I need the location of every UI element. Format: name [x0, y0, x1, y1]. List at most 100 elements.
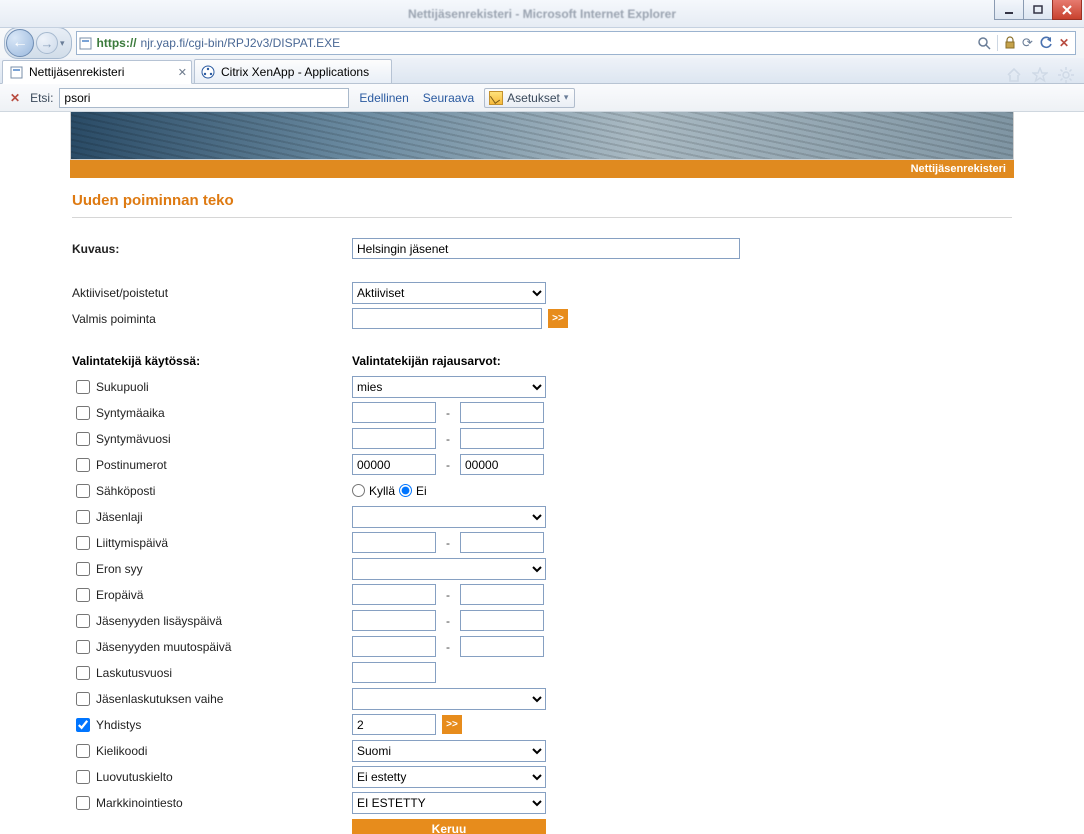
dash-separator: -: [442, 536, 454, 550]
criteria-checkbox-sahkoposti[interactable]: [76, 484, 90, 498]
criteria-header-left: Valintatekijä käytössä:: [72, 354, 352, 368]
kuvaus-label: Kuvaus:: [72, 242, 352, 256]
criteria-from-jasenyyden_lisayspaiva[interactable]: [352, 610, 436, 631]
star-icon[interactable]: [1032, 67, 1048, 83]
criteria-select-kielikoodi[interactable]: Suomi: [352, 740, 546, 762]
criteria-label-laskutusvuosi: Laskutusvuosi: [96, 666, 172, 680]
aktiiviset-select[interactable]: Aktiiviset: [352, 282, 546, 304]
tab-nettijasenrekisteri[interactable]: Nettijäsenrekisteri ✕: [2, 60, 192, 84]
criteria-label-sahkoposti: Sähköposti: [96, 484, 155, 498]
criteria-label-yhdistys: Yhdistys: [96, 718, 141, 732]
address-bar[interactable]: https:// ⟳ ✕: [76, 31, 1076, 55]
criteria-from-liittymispaiva[interactable]: [352, 532, 436, 553]
criteria-checkbox-syntymavuosi[interactable]: [76, 432, 90, 446]
page-icon: [9, 65, 23, 79]
criteria-to-postinumerot[interactable]: [460, 454, 544, 475]
criteria-label-luovutuskielto: Luovutuskielto: [96, 770, 173, 784]
chevron-down-icon[interactable]: ▾: [60, 38, 65, 49]
criteria-checkbox-sukupuoli[interactable]: [76, 380, 90, 394]
findbar-close-button[interactable]: ✕: [6, 91, 24, 105]
criteria-label-markkinointiesto: Markkinointiesto: [96, 796, 183, 810]
dash-separator: -: [442, 458, 454, 472]
criteria-select-markkinointiesto[interactable]: EI ESTETTY: [352, 792, 546, 814]
tab-strip: Nettijäsenrekisteri ✕ Citrix XenApp - Ap…: [0, 58, 1084, 84]
criteria-select-sukupuoli[interactable]: mies: [352, 376, 546, 398]
criteria-row-eronsyy: Eron syy: [72, 556, 1012, 581]
criteria-to-jasenyyden_lisayspaiva[interactable]: [460, 610, 544, 631]
criteria-radio-label-sahkoposti-opt1: Kyllä: [369, 484, 395, 498]
criteria-row-jasenyyden_muutospaiva: Jäsenyyden muutospäivä-: [72, 634, 1012, 659]
criteria-row-syntymavuosi: Syntymävuosi-: [72, 426, 1012, 451]
criteria-from-syntymaaika[interactable]: [352, 402, 436, 423]
criteria-input-laskutusvuosi[interactable]: [352, 662, 436, 683]
criteria-checkbox-jasenlaji[interactable]: [76, 510, 90, 524]
criteria-select-jasenlaskutuksen_vaihe[interactable]: [352, 688, 546, 710]
criteria-to-liittymispaiva[interactable]: [460, 532, 544, 553]
home-icon[interactable]: [1006, 67, 1022, 83]
arrow-left-icon: ←: [12, 34, 28, 52]
tab-close-button[interactable]: ✕: [178, 66, 187, 79]
window-close-button[interactable]: [1052, 0, 1082, 20]
criteria-checkbox-yhdistys[interactable]: [76, 718, 90, 732]
criteria-go-yhdistys[interactable]: >>: [442, 715, 462, 734]
criteria-checkbox-eronsyy[interactable]: [76, 562, 90, 576]
dash-separator: -: [442, 588, 454, 602]
criteria-checkbox-markkinointiesto[interactable]: [76, 796, 90, 810]
criteria-checkbox-luovutuskielto[interactable]: [76, 770, 90, 784]
page-icon: [77, 37, 95, 50]
criteria-select-eronsyy[interactable]: [352, 558, 546, 580]
address-input[interactable]: [137, 34, 972, 52]
window-max-button[interactable]: [1023, 0, 1053, 20]
nav-back-button[interactable]: ←: [6, 29, 34, 57]
criteria-checkbox-kielikoodi[interactable]: [76, 744, 90, 758]
findbar-label: Etsi:: [30, 91, 53, 105]
findbar-settings-button[interactable]: Asetukset ▾: [484, 88, 575, 108]
stop-icon[interactable]: ✕: [1059, 36, 1069, 50]
dash-separator: -: [442, 640, 454, 654]
tab-citrix-xenapp[interactable]: Citrix XenApp - Applications: [194, 59, 392, 83]
criteria-select-luovutuskielto[interactable]: Ei estetty: [352, 766, 546, 788]
criteria-label-kielikoodi: Kielikoodi: [96, 744, 147, 758]
criteria-to-eropaiva[interactable]: [460, 584, 544, 605]
criteria-checkbox-postinumerot[interactable]: [76, 458, 90, 472]
dash-separator: -: [442, 614, 454, 628]
criteria-checkbox-eropaiva[interactable]: [76, 588, 90, 602]
criteria-from-eropaiva[interactable]: [352, 584, 436, 605]
criteria-checkbox-jasenlaskutuksen_vaihe[interactable]: [76, 692, 90, 706]
criteria-row-jasenlaji: Jäsenlaji: [72, 504, 1012, 529]
content-scroll[interactable]: Nettijäsenrekisteri Uuden poiminnan teko…: [0, 112, 1084, 834]
criteria-row-yhdistys: Yhdistys >>: [72, 712, 1012, 737]
criteria-checkbox-jasenyyden_muutospaiva[interactable]: [76, 640, 90, 654]
search-icon[interactable]: [977, 36, 991, 50]
criteria-select-jasenlaji[interactable]: [352, 506, 546, 528]
compat-icon[interactable]: ⟳: [1022, 35, 1033, 51]
criteria-checkbox-liittymispaiva[interactable]: [76, 536, 90, 550]
criteria-label-syntymavuosi: Syntymävuosi: [96, 432, 171, 446]
nav-forward-button[interactable]: →: [36, 32, 58, 54]
criteria-input-yhdistys[interactable]: [352, 714, 436, 735]
submit-button[interactable]: Keruu: [352, 819, 546, 834]
criteria-to-jasenyyden_muutospaiva[interactable]: [460, 636, 544, 657]
findbar-prev-button[interactable]: Edellinen: [355, 91, 412, 105]
findbar-next-button[interactable]: Seuraava: [419, 91, 478, 105]
criteria-from-syntymavuosi[interactable]: [352, 428, 436, 449]
criteria-checkbox-jasenyyden_lisayspaiva[interactable]: [76, 614, 90, 628]
window-min-button[interactable]: [994, 0, 1024, 20]
findbar-settings-label: Asetukset: [507, 91, 560, 105]
criteria-to-syntymavuosi[interactable]: [460, 428, 544, 449]
gear-icon[interactable]: [1058, 67, 1074, 83]
criteria-from-postinumerot[interactable]: [352, 454, 436, 475]
refresh-icon[interactable]: [1039, 36, 1053, 50]
criteria-checkbox-syntymaaika[interactable]: [76, 406, 90, 420]
valmis-go-button[interactable]: >>: [548, 309, 568, 328]
valmis-input[interactable]: [352, 308, 542, 329]
criteria-radio-sahkoposti-opt1[interactable]: [352, 484, 365, 497]
criteria-to-syntymaaika[interactable]: [460, 402, 544, 423]
criteria-checkbox-laskutusvuosi[interactable]: [76, 666, 90, 680]
findbar-input[interactable]: [59, 88, 349, 108]
criteria-radio-sahkoposti-opt2[interactable]: [399, 484, 412, 497]
criteria-label-postinumerot: Postinumerot: [96, 458, 167, 472]
criteria-from-jasenyyden_muutospaiva[interactable]: [352, 636, 436, 657]
kuvaus-input[interactable]: [352, 238, 740, 259]
aktiiviset-label: Aktiiviset/poistetut: [72, 286, 352, 300]
